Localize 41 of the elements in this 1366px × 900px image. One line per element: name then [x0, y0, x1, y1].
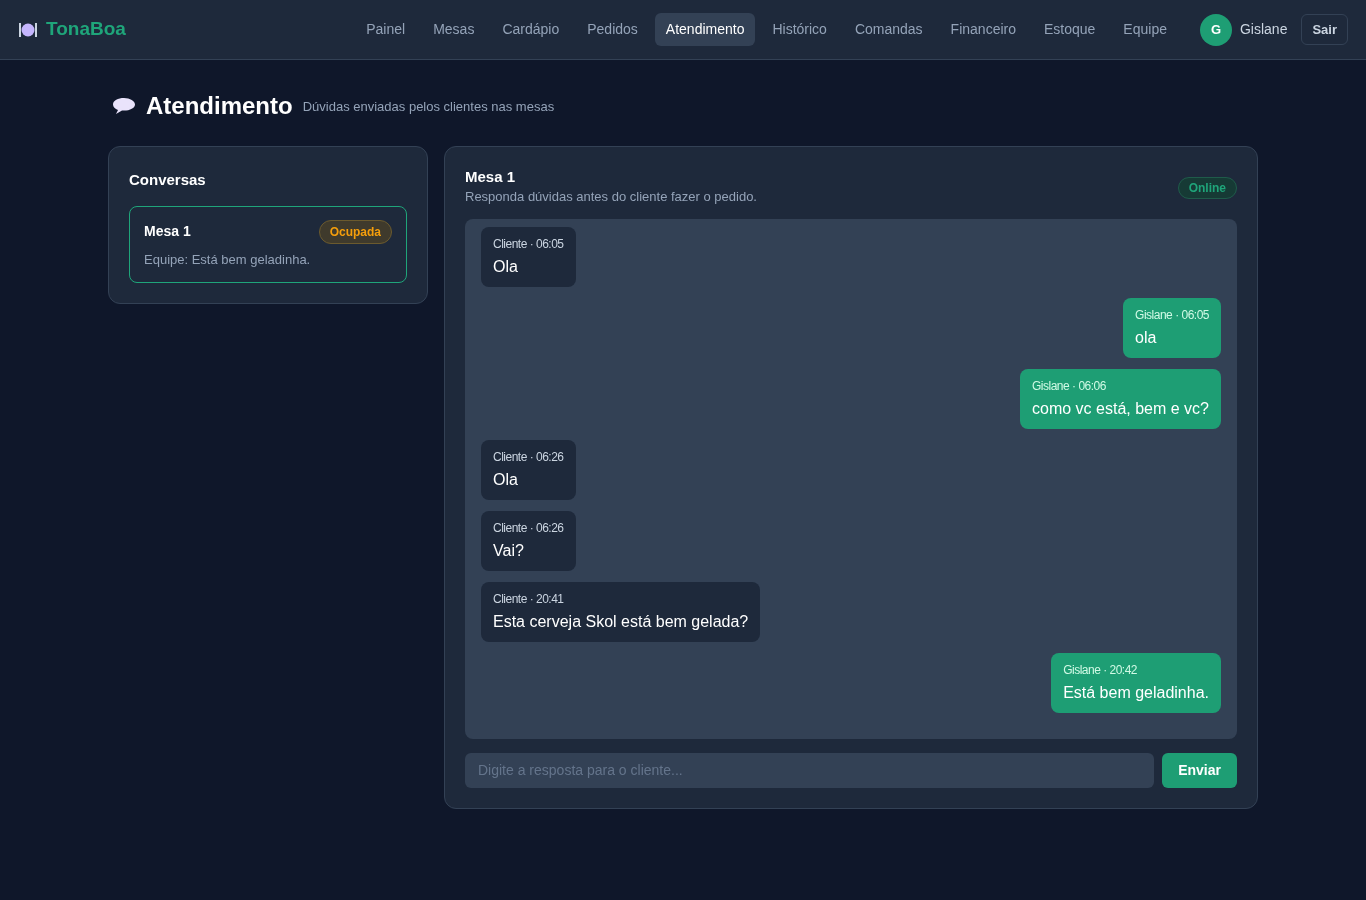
message-text: ola — [1135, 327, 1158, 348]
nav-tab[interactable]: Histórico — [761, 13, 838, 46]
nav-tab[interactable]: Equipe — [1112, 13, 1178, 46]
message-meta: Cliente · 06:26 — [493, 448, 564, 465]
page-title: Atendimento — [146, 91, 293, 121]
send-button[interactable]: Enviar — [1162, 752, 1237, 788]
page-subtitle: Dúvidas enviadas pelos clientes nas mesas — [302, 98, 555, 117]
conversation-preview: Equipe: Está bem geladinha. — [144, 250, 312, 269]
conversation-name: Mesa 1 — [144, 222, 191, 241]
nav-tab[interactable]: Mesas — [422, 13, 486, 46]
nav-tab[interactable]: Comandas — [843, 13, 934, 46]
nav-tab[interactable]: Pedidos — [576, 13, 649, 46]
chat-title: Mesa 1 — [465, 167, 517, 187]
speech-bubble-icon — [112, 96, 136, 116]
panel-title: Conversas — [129, 170, 207, 190]
nav-tab[interactable]: Painel — [355, 13, 417, 46]
status-badge: Ocupada — [318, 219, 392, 244]
nav-tab[interactable]: Estoque — [1033, 13, 1107, 46]
brand-name: TonaBoa — [46, 17, 126, 42]
user-name: Gislane — [1239, 20, 1288, 39]
message-text: Vai? — [493, 540, 525, 561]
message-text: Ola — [493, 256, 519, 277]
nav-tab[interactable]: Cardápio — [491, 13, 571, 46]
conversation-item[interactable]: Mesa 1 Ocupada Equipe: Está bem geladinha. — [129, 205, 407, 283]
message-meta: Gislane · 20:42 — [1063, 661, 1138, 678]
message-meta: Gislane · 06:06 — [1032, 377, 1107, 394]
online-badge: Online — [1177, 177, 1237, 199]
message-text: como vc está, bem e vc? — [1032, 398, 1209, 419]
plate-icon — [18, 20, 38, 39]
message-meta: Cliente · 06:05 — [493, 235, 564, 252]
message-meta: Cliente · 06:26 — [493, 519, 564, 536]
message-text: Está bem geladinha. — [1063, 682, 1209, 703]
nav-tab[interactable]: Atendimento — [654, 13, 756, 46]
message-text: Esta cerveja Skol está bem gelada? — [493, 611, 749, 632]
logout-button[interactable]: Sair — [1301, 13, 1348, 46]
message-meta: Cliente · 20:41 — [493, 590, 565, 607]
chat-subtitle: Responda dúvidas antes do cliente fazer o pedido. — [465, 188, 757, 206]
user-avatar: G — [1199, 13, 1232, 46]
message-meta: Gislane · 06:05 — [1135, 306, 1209, 323]
nav-tab[interactable]: Financeiro — [939, 13, 1027, 46]
message-text: Ola — [493, 469, 519, 490]
